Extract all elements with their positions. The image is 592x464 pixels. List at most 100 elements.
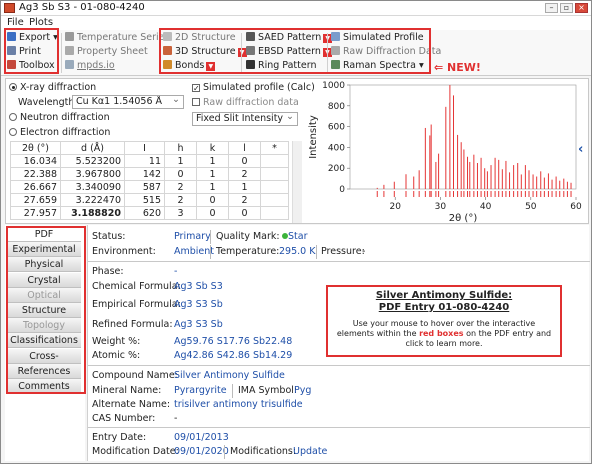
peak-table-header-cell[interactable]: 2θ (°) [10,141,61,155]
table-cell [260,180,289,194]
info-box: Silver Antimony Sulfide: PDF Entry 01-08… [326,285,562,357]
electron-radio[interactable]: Electron diffraction [9,127,110,138]
peak-table-scrollbar[interactable] [292,141,302,223]
electron-label: Electron diffraction [20,127,111,138]
section-divider [88,427,590,428]
divider [224,445,225,459]
table-row[interactable]: 27.957 3.188820 620 3 0 0 [10,206,289,220]
table-cell: 2 [228,193,261,207]
temperature-series-button[interactable]: Temperature Series [65,31,169,45]
table-cell: 3.967800 [60,167,125,181]
table-cell: 3.222470 [60,193,125,207]
table-row[interactable]: 26.667 3.340090 587 2 1 1 [10,180,289,194]
ima-symbol-label: IMA Symbol: [238,385,298,396]
table-cell: 16.034 [10,154,61,168]
table-cell [260,167,289,181]
temperature-label: Temperature: [216,246,280,257]
empirical-formula-value: Ag3 S3 Sb [174,299,223,310]
application-window: Ag3 Sb S3 - 01-080-4240 – ▫ × File Plots… [0,0,592,464]
environment-value: Ambient [174,246,215,257]
modification-date-label: Modification Date: [92,446,179,457]
wavelength-select[interactable]: Cu Kα1 1.54056 Å [72,95,184,109]
peak-table-header-cell[interactable]: * [260,141,289,155]
table-row[interactable]: 22.388 3.967800 142 0 1 2 [10,167,289,181]
table-cell: 3.340090 [60,180,125,194]
diffraction-chart[interactable]: 0 200 400 600 800 1000 20 30 40 50 60 2θ (°) Intensi… [306,79,582,223]
info-box-subtitle: PDF Entry 01-080-4240 [378,302,510,313]
neutron-radio[interactable]: Neutron diffraction [9,112,110,123]
wavelength-label: Wavelength: [18,97,78,108]
phase-label: Phase: [92,266,124,277]
peak-table[interactable]: 2θ (°) d (Å) Ih k l * 16.034 5.523200 11 1 1 0 22.3… [10,141,289,220]
quality-value[interactable]: Star [288,231,307,242]
peak-table-header-cell[interactable]: d (Å) [60,141,125,155]
chemical-formula-label: Chemical Formula: [92,281,181,292]
x-tick-label: 20 [389,202,401,212]
slit-select[interactable]: Fixed Slit Intensity [192,112,298,126]
table-cell [260,206,289,220]
y-tick-label: 1000 [322,81,345,91]
chemical-formula-value: Ag3 Sb S3 [174,281,223,292]
empirical-formula-label: Empirical Formula: [92,299,181,310]
peak-table-header-cell[interactable]: h [164,141,197,155]
compound-name-value: Silver Antimony Sulfide [174,370,285,381]
refined-formula-label: Refined Formula: [92,319,173,330]
y-tick-label: 800 [328,102,345,112]
title-bar: Ag3 Sb S3 - 01-080-4240 – ▫ × [1,1,591,16]
menu-file[interactable]: File [7,17,24,28]
property-sheet-label: Property Sheet [77,46,148,57]
table-cell: 1 [164,154,197,168]
plot-area [349,84,577,190]
peak-table-header-cell[interactable]: k [196,141,229,155]
temperature-value: 295.0 K [279,246,316,257]
table-cell: 2 [164,180,197,194]
table-row[interactable]: 27.659 3.222470 515 2 0 2 [10,193,289,207]
status-label: Status: [92,231,126,242]
maximize-icon[interactable]: ▫ [560,3,573,13]
table-cell: 22.388 [10,167,61,181]
property-sheet-button[interactable]: Property Sheet [65,45,148,59]
cas-number-value: - [174,413,178,424]
y-tick-label: 400 [328,143,345,153]
table-cell: 3.188820 [60,206,125,220]
new-label: ⇐ NEW! [434,61,481,74]
modifications-value: Update [293,446,328,457]
checkbox-icon [192,98,200,106]
y-axis-label: Intensity [308,115,319,159]
radio-icon [9,113,17,121]
pressure-label: Pressure: [321,246,365,257]
mpds-link[interactable]: mpds.io [65,59,115,73]
compound-name-label: Compound Name: [92,370,178,381]
peak-table-header-cell[interactable]: l [228,141,261,155]
chevron-left-icon[interactable]: ‹ [578,142,583,157]
peak-table-header: 2θ (°) d (Å) Ih k l * [10,141,289,155]
neutron-label: Neutron diffraction [20,112,110,123]
section-divider [88,261,590,262]
atomic-value: Ag42.86 S42.86 Sb14.29 [174,350,293,361]
alternate-name-value: trisilver antimony trisulfide [174,399,303,410]
raw-data-checkbox[interactable]: Raw diffraction data [192,97,299,108]
temperature-icon [65,32,74,41]
table-cell: 27.659 [10,193,61,207]
property-sheet-icon [65,46,74,55]
table-row[interactable]: 16.034 5.523200 11 1 1 0 [10,154,289,168]
x-tick-label: 60 [570,202,582,212]
xray-radio[interactable]: X-ray diffraction [9,82,96,93]
checkbox-checked-icon: ✓ [192,84,200,93]
toolbar-highlight-box [4,28,59,74]
peak-table-header-cell[interactable]: I [124,141,165,155]
radio-icon [9,128,17,136]
toolbar-divider [61,33,62,73]
sim-profile-checkbox[interactable]: ✓ Simulated profile (Calc) [192,82,315,93]
table-cell: 1 [228,180,261,194]
ima-symbol-value: Pyg [294,385,312,396]
table-cell: 5.523200 [60,154,125,168]
close-icon[interactable]: × [575,3,588,13]
table-cell: 1 [196,167,229,181]
raw-data-label: Raw diffraction data [203,97,299,108]
diffraction-panel: X-ray diffraction Wavelength: Cu Kα1 1.5… [5,78,589,224]
menu-plots[interactable]: Plots [29,17,53,28]
y-tick-label: 0 [339,185,345,195]
minimize-icon[interactable]: – [545,3,558,13]
x-tick-label: 50 [525,202,537,212]
